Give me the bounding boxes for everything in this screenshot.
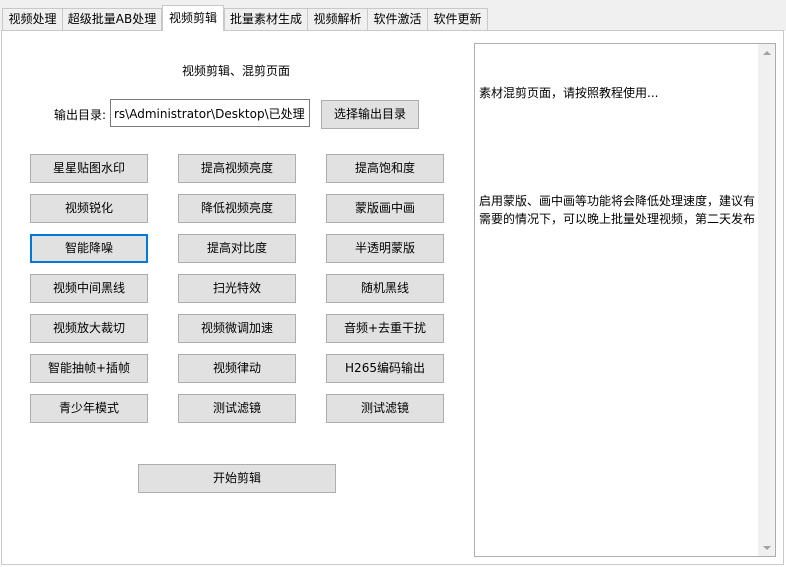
- output-dir-input[interactable]: [110, 99, 310, 127]
- tab-activation[interactable]: 软件激活: [367, 8, 428, 30]
- effect-button[interactable]: 提高对比度: [178, 234, 296, 263]
- page-title: 视频剪辑、混剪页面: [182, 64, 291, 78]
- tab-batch-ab[interactable]: 超级批量AB处理: [62, 8, 162, 30]
- start-editing-button[interactable]: 开始剪辑: [138, 464, 336, 493]
- effect-button[interactable]: 提高视频亮度: [178, 154, 296, 183]
- effect-button[interactable]: H265编码输出: [326, 354, 444, 383]
- effect-button[interactable]: 音频+去重干扰: [326, 314, 444, 343]
- output-dir-label: 输出目录:: [54, 108, 107, 122]
- effect-button[interactable]: 青少年模式: [30, 394, 148, 423]
- scroll-down-icon[interactable]: [758, 539, 775, 556]
- tab-video-processing[interactable]: 视频处理: [2, 8, 63, 30]
- effect-button[interactable]: 提高饱和度: [326, 154, 444, 183]
- log-line: 素材混剪页面，请按照教程使用...: [479, 86, 659, 100]
- select-output-dir-button[interactable]: 选择输出目录: [321, 100, 419, 129]
- effect-button[interactable]: 视频微调加速: [178, 314, 296, 343]
- effect-button[interactable]: 降低视频亮度: [178, 194, 296, 223]
- effect-button[interactable]: 视频锐化: [30, 194, 148, 223]
- effect-button[interactable]: 智能抽帧+插帧: [30, 354, 148, 383]
- effect-button[interactable]: 随机黑线: [326, 274, 444, 303]
- log-line: 启用蒙版、画中画等功能将会降低处理速度，建议有需要的情况下，可以晚上批量处理视频…: [479, 194, 756, 226]
- log-scrollbar[interactable]: [758, 44, 775, 556]
- effect-button-focused[interactable]: 智能降噪: [30, 234, 148, 263]
- effect-button[interactable]: 测试滤镜: [178, 394, 296, 423]
- effect-button[interactable]: 视频律动: [178, 354, 296, 383]
- log-textarea[interactable]: 素材混剪页面，请按照教程使用... 启用蒙版、画中画等功能将会降低处理速度，建议…: [474, 43, 776, 557]
- tab-video-editing[interactable]: 视频剪辑: [162, 5, 224, 31]
- tab-video-parse[interactable]: 视频解析: [307, 8, 368, 30]
- tab-batch-material[interactable]: 批量素材生成: [224, 8, 308, 30]
- scroll-up-icon[interactable]: [758, 44, 775, 61]
- effect-button[interactable]: 视频中间黑线: [30, 274, 148, 303]
- tab-bar: 视频处理 超级批量AB处理 视频剪辑 批量素材生成 视频解析 软件激活 软件更新: [0, 0, 786, 31]
- effect-button[interactable]: 扫光特效: [178, 274, 296, 303]
- effect-button[interactable]: 视频放大裁切: [30, 314, 148, 343]
- effect-button[interactable]: 星星贴图水印: [30, 154, 148, 183]
- tab-update[interactable]: 软件更新: [427, 8, 488, 30]
- effect-button[interactable]: 测试滤镜: [326, 394, 444, 423]
- effect-button[interactable]: 蒙版画中画: [326, 194, 444, 223]
- effect-button[interactable]: 半透明蒙版: [326, 234, 444, 263]
